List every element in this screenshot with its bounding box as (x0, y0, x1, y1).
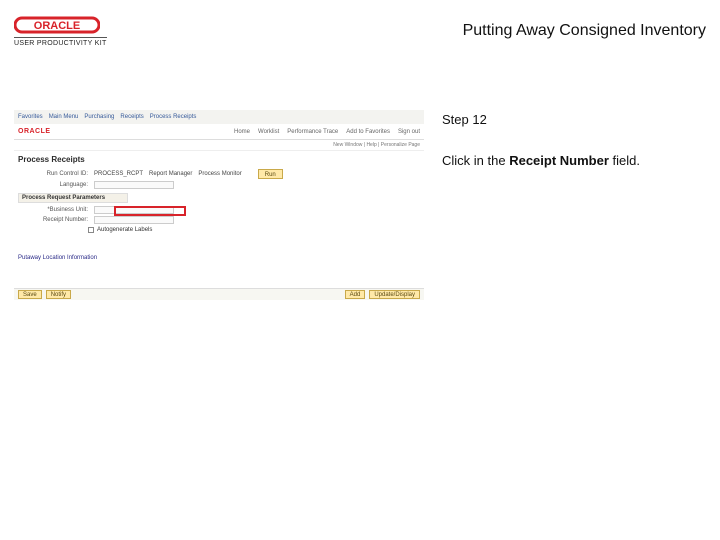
autogen-checkbox[interactable] (88, 227, 94, 233)
page: ORACLE USER PRODUCTIVITY KIT Putting Awa… (0, 0, 720, 540)
proc-mon-link: Process Monitor (198, 171, 241, 177)
notify-button[interactable]: Notify (46, 290, 71, 299)
oracle-logo-icon: ORACLE (14, 15, 100, 35)
save-button[interactable]: Save (18, 290, 42, 299)
putaway-section: Putaway Location Information (18, 255, 420, 261)
tab-worklist: Worklist (258, 129, 279, 135)
body: Favorites Main Menu Purchasing Receipts … (0, 54, 720, 300)
run-button[interactable]: Run (258, 169, 283, 179)
instruction-column: Step 12 Click in the Receipt Number fiel… (442, 110, 706, 300)
shot-subline: New Window | Help | Personalize Page (14, 140, 424, 151)
lang-select[interactable] (94, 181, 174, 189)
embedded-screenshot: Favorites Main Menu Purchasing Receipts … (14, 110, 424, 300)
shot-page-title: Process Receipts (14, 151, 424, 168)
report-mgr-link: Report Manager (149, 171, 192, 177)
brand-text: ORACLE (34, 20, 80, 32)
crumb-item: Process Receipts (150, 114, 197, 120)
bu-label: *Business Unit: (18, 207, 88, 213)
shot-row-lang: Language: (14, 180, 424, 190)
crumb-item: Main Menu (49, 114, 79, 120)
brand-subtitle: USER PRODUCTIVITY KIT (14, 37, 107, 47)
highlight-rectangle (114, 206, 186, 216)
text-bold: Receipt Number (509, 153, 609, 168)
shot-checkbox-row: Autogenerate Labels (88, 227, 424, 233)
shot-row-bu: *Business Unit: (14, 205, 424, 215)
brand-block: ORACLE USER PRODUCTIVITY KIT (14, 15, 107, 47)
tab-home: Home (234, 129, 250, 135)
header: ORACLE USER PRODUCTIVITY KIT Putting Awa… (0, 0, 720, 54)
receipt-number-input[interactable] (94, 216, 174, 224)
runctl-label: Run Control ID: (18, 171, 88, 177)
tab-perf: Performance Trace (287, 129, 338, 135)
screenshot-column: Favorites Main Menu Purchasing Receipts … (14, 110, 424, 300)
shot-tabs: Home Worklist Performance Trace Add to F… (234, 129, 420, 135)
shot-row-receipt: Receipt Number: (14, 215, 424, 225)
shot-row-runctl: Run Control ID: PROCESS_RCPT Report Mana… (14, 168, 424, 180)
crumb-item: Receipts (120, 114, 143, 120)
add-button[interactable]: Add (345, 290, 366, 299)
shot-oracle-logo: ORACLE (18, 128, 51, 135)
topic-title: Putting Away Consigned Inventory (463, 22, 706, 40)
step-text: Click in the Receipt Number field. (442, 151, 706, 172)
shot-brandbar: ORACLE Home Worklist Performance Trace A… (14, 124, 424, 140)
shot-breadcrumb: Favorites Main Menu Purchasing Receipts … (14, 110, 424, 124)
text-post: field. (609, 153, 640, 168)
autogen-label: Autogenerate Labels (97, 227, 152, 233)
update-button[interactable]: Update/Display (369, 290, 420, 299)
runctl-value: PROCESS_RCPT (94, 171, 143, 177)
receipt-label: Receipt Number: (18, 217, 88, 223)
params-box-title: Process Request Parameters (18, 193, 128, 203)
crumb-item: Purchasing (84, 114, 114, 120)
tab-signout: Sign out (398, 129, 420, 135)
shot-footer: Save Notify Add Update/Display (14, 288, 424, 300)
step-label: Step 12 (442, 110, 706, 131)
lang-label: Language: (18, 182, 88, 188)
crumb-item: Favorites (18, 114, 43, 120)
tab-fav: Add to Favorites (346, 129, 390, 135)
text-pre: Click in the (442, 153, 509, 168)
